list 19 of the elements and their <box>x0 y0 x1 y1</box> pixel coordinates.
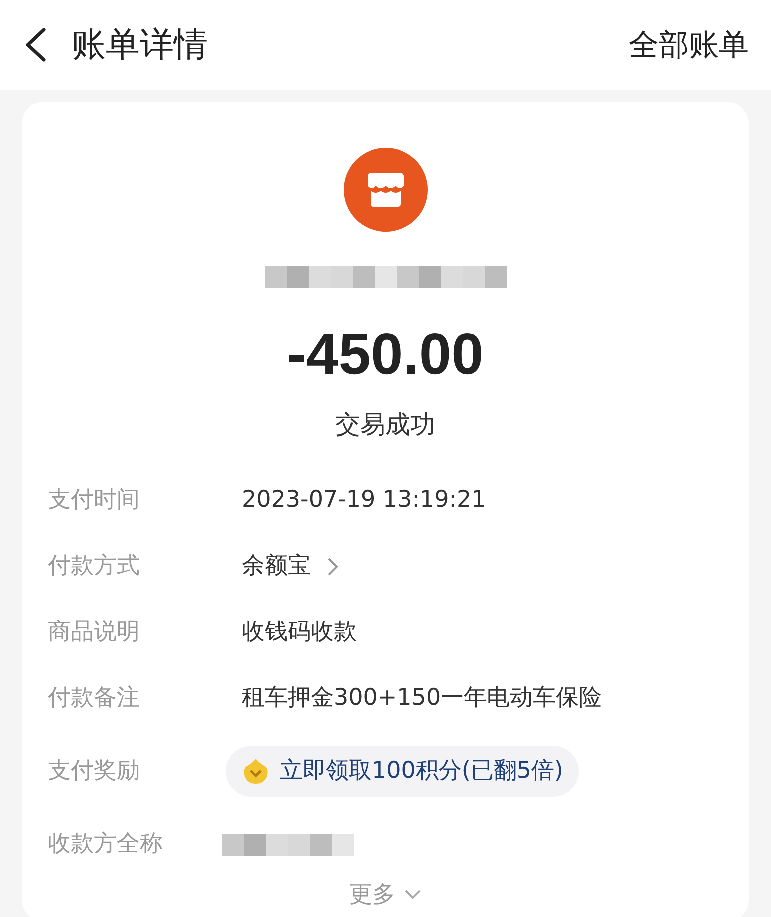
status-text: 交易成功 <box>336 409 436 441</box>
page-title: 账单详情 <box>72 24 208 66</box>
field-label: 收款方全称 <box>48 830 164 860</box>
field-label: 支付奖励 <box>48 757 141 786</box>
shop-icon <box>344 148 428 232</box>
chevron-right-icon <box>327 556 339 576</box>
field-value: 2023-07-19 13:19:21 <box>242 486 486 516</box>
field-label: 商品说明 <box>48 618 141 648</box>
payment-method-link[interactable]: 余额宝 <box>242 549 339 584</box>
reward-button[interactable]: 立即领取100积分(已翻5倍) <box>226 746 580 797</box>
field-label: 付款备注 <box>48 684 141 714</box>
field-label: 付款方式 <box>48 552 141 582</box>
coin-icon <box>242 758 270 786</box>
chevron-down-icon <box>404 888 422 901</box>
field-value: 租车押金300+150一年电动车保险 <box>242 684 602 714</box>
all-bills-link[interactable]: 全部账单 <box>629 22 749 68</box>
field-value: 收钱码收款 <box>242 618 357 648</box>
field-label: 支付时间 <box>48 486 141 516</box>
amount-text: -450.00 <box>287 326 484 384</box>
